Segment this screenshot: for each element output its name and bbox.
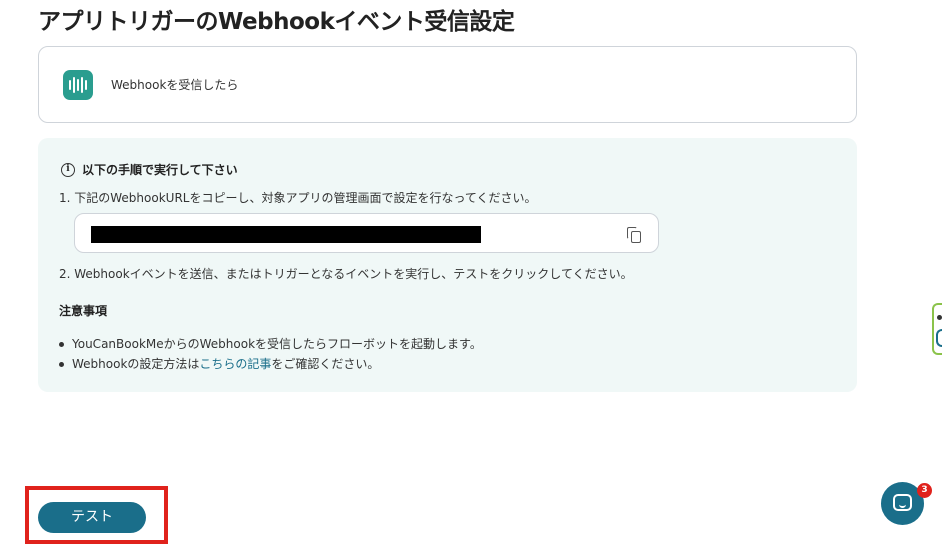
info-icon: i xyxy=(61,162,75,177)
note-2-prefix: Webhookの設定方法は xyxy=(72,357,200,371)
note-1-text: YouCanBookMeからのWebhookを受信したらフローボットを起動します… xyxy=(72,337,482,351)
copy-icon[interactable] xyxy=(627,227,642,243)
webhook-url-field[interactable] xyxy=(74,213,659,253)
notes-heading: 注意事項 xyxy=(59,304,108,318)
step-2-text: 2. Webhookイベントを送信、またはトリガーとなるイベントを実行し、テスト… xyxy=(59,267,633,281)
list-item: Webhookの設定方法は こちらの記事 をご確認ください。 xyxy=(59,354,482,374)
article-link[interactable]: こちらの記事 xyxy=(199,354,271,374)
instructions-panel: i 以下の手順で実行して下さい 1. 下記のWebhookURLをコピーし、対象… xyxy=(38,138,857,392)
test-button[interactable]: テスト xyxy=(38,502,146,533)
instructions-heading: i 以下の手順で実行して下さい xyxy=(61,161,238,178)
note-2-suffix: をご確認ください。 xyxy=(271,357,380,371)
chat-icon xyxy=(893,494,912,511)
webhook-logo-icon xyxy=(63,69,93,100)
page-title: アプリトリガーのWebhookイベント受信設定 xyxy=(38,9,515,35)
trigger-card[interactable]: Webhookを受信したら xyxy=(38,46,857,123)
trigger-label: Webhookを受信したら xyxy=(111,78,239,92)
notes-list: YouCanBookMeからのWebhookを受信したらフローボットを起動します… xyxy=(59,334,482,374)
notification-badge: 3 xyxy=(917,483,932,498)
step-1-text: 1. 下記のWebhookURLをコピーし、対象アプリの管理画面で設定を行なって… xyxy=(59,191,537,205)
instructions-heading-text: 以下の手順で実行して下さい xyxy=(82,163,238,177)
side-panel-tab[interactable] xyxy=(932,303,942,355)
list-item: YouCanBookMeからのWebhookを受信したらフローボットを起動します… xyxy=(59,334,482,354)
webhook-url-redacted xyxy=(91,226,481,243)
